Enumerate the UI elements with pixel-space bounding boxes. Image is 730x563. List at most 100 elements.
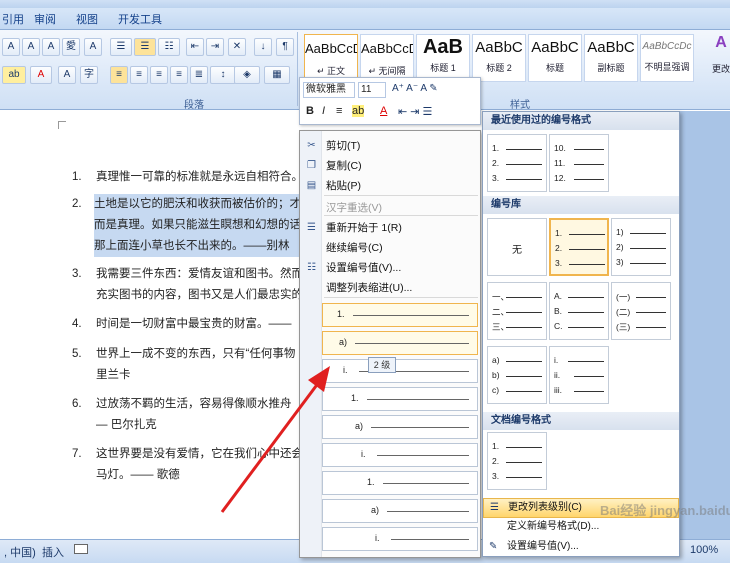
list-level-option[interactable]: a) [322, 499, 478, 523]
menu-item[interactable]: ▤ 粘贴(P) [300, 177, 480, 195]
numbering-format-option[interactable]: i. ii. iii. [549, 346, 609, 404]
level-label: a) [339, 337, 348, 347]
list-level-option[interactable]: a) [322, 331, 478, 355]
font-size-box[interactable]: 11 [358, 82, 386, 98]
pinyin-icon[interactable]: 愛 [62, 38, 80, 56]
list-level-option[interactable]: i. [322, 443, 478, 467]
italic-icon[interactable]: I [322, 105, 325, 117]
set-numbering-value-item[interactable]: ✎ 设置编号值(V)... [483, 538, 679, 558]
menu-item-label: 调整列表缩进(U)... [326, 282, 413, 294]
menu-item[interactable]: ☷ 设置编号值(V)... [300, 259, 480, 277]
zoom-level[interactable]: 100% [690, 544, 718, 556]
numbering-format-option[interactable]: 10. 11. 12. [549, 134, 609, 192]
tab-references[interactable]: 引用 [2, 11, 24, 27]
font-color-icon[interactable]: A [380, 105, 387, 117]
macro-record-icon[interactable] [74, 544, 88, 554]
red-arrow-annotation [220, 366, 330, 513]
multilevel-list-icon[interactable]: ☷ [158, 38, 180, 56]
numbering-format-option[interactable]: 1. 2. 3. [487, 134, 547, 192]
char-shading-icon[interactable]: A [58, 66, 76, 84]
sort-icon[interactable]: ↓ [254, 38, 272, 56]
list-number: 6. [72, 398, 82, 410]
style-tile[interactable]: AaBbCcD ↵ 无间隔 [360, 34, 414, 82]
borders-icon[interactable]: ▦ [264, 66, 290, 84]
menu-item-label: 复制(C) [326, 160, 362, 172]
style-tile[interactable]: AaBbC 副标题 [584, 34, 638, 82]
language-status[interactable]: , 中国) [4, 544, 36, 560]
center-icon[interactable]: ≡ [336, 105, 342, 117]
group-style-label: 样式 [510, 100, 530, 111]
menu-item[interactable]: 调整列表缩进(U)... [300, 279, 480, 297]
grow-font-icon[interactable]: A [22, 38, 40, 56]
define-new-format-item[interactable]: 定义新编号格式(D)... [483, 518, 679, 538]
center-icon[interactable]: ≡ [130, 66, 148, 84]
list-item[interactable]: 3. 我需要三件东西：爱情友谊和图书。然而 充实图书的内容，图书又是人们最忠实的 [72, 264, 302, 306]
style-tile[interactable]: AaBbC 标题 [528, 34, 582, 82]
numbering-format-option[interactable]: A. B. C. [549, 282, 609, 340]
numbering-format-option[interactable]: a) b) c) [487, 346, 547, 404]
list-item[interactable]: 4. 时间是一切财富中最宝贵的财富。—— [72, 314, 302, 335]
style-tile[interactable]: AaB 标题 1 [416, 34, 470, 82]
list-level-option[interactable]: a) [322, 415, 478, 439]
justify-icon[interactable]: ≡ [170, 66, 188, 84]
list-level-option[interactable]: 1. [322, 471, 478, 495]
change-styles-button[interactable]: A 更改 [712, 34, 730, 90]
align-icon[interactable]: A [2, 38, 20, 56]
list-level-option[interactable]: i. [322, 359, 478, 383]
tab-view[interactable]: 视图 [76, 11, 98, 27]
list-level-option[interactable]: 1. [322, 303, 478, 327]
format-line [574, 164, 604, 165]
align-right-icon[interactable]: ≡ [150, 66, 168, 84]
menu-item-label: 重新开始于 1(R) [326, 222, 402, 234]
numbering-library-panel: 最近使用过的编号格式 1. 2. 3. 10. 11. 12. 编号库 无 1. 2. 3. 1… [482, 111, 680, 557]
enclose-char-icon[interactable]: 字 [80, 66, 98, 84]
numbering-format-option[interactable]: (一) (二) (三) [611, 282, 671, 340]
numbering-format-option[interactable]: 1) 2) 3) [611, 218, 671, 276]
style-tile[interactable]: AaBbCcDc 不明显强调 [640, 34, 694, 82]
grow-font-icon[interactable]: A⁺ A⁻ A ✎ [392, 83, 438, 94]
format-line [630, 233, 666, 234]
font-name-box[interactable]: 微软雅黑 [303, 82, 355, 98]
menu-item[interactable]: ❐ 复制(C) [300, 157, 480, 175]
insert-mode-status[interactable]: 插入 [42, 544, 64, 560]
distributed-icon[interactable]: ≣ [190, 66, 208, 84]
list-item[interactable]: 1. 真理惟一可靠的标准就是永远自相符合。 [72, 167, 302, 188]
shrink-font-icon[interactable]: A [42, 38, 60, 56]
highlight-icon[interactable]: ab [352, 105, 365, 117]
align-left-icon[interactable]: ≡ [110, 66, 128, 84]
bullets-icon[interactable]: ☰ [110, 38, 132, 56]
increase-indent-icon[interactable]: ⇥ [206, 38, 224, 56]
char-border-icon[interactable]: A [84, 38, 102, 56]
line-spacing-icon[interactable]: ↕ [210, 66, 236, 84]
numbering-format-option[interactable]: 一、 二、 三、 [487, 282, 547, 340]
list-level-option[interactable]: 1. [322, 387, 478, 411]
numbering-icon[interactable]: ☰ [134, 38, 156, 56]
format-line [506, 447, 542, 448]
level-tooltip: 2 级 [368, 357, 396, 373]
level-line [387, 511, 469, 512]
numbering-format-option[interactable]: 1. 2. 3. [549, 218, 609, 276]
numbering-format-option[interactable]: 1. 2. 3. [487, 432, 547, 490]
menu-item[interactable]: ☰ 重新开始于 1(R) [300, 219, 480, 237]
style-tile[interactable]: AaBbCcD ↵ 正文 [304, 34, 358, 82]
style-tile[interactable]: AaBbC 标题 2 [472, 34, 526, 82]
format-label: iii. [554, 385, 563, 395]
list-item[interactable]: 2. 土地是以它的肥沃和收获而被估价的；才 而是真理。如果只能滋生瞑想和幻想的话 那上… [72, 194, 302, 257]
font-color-icon[interactable]: A [30, 66, 52, 84]
menu-item[interactable]: 继续编号(C) [300, 239, 480, 257]
numbering-none-option[interactable]: 无 [487, 218, 547, 276]
format-line [506, 361, 542, 362]
tab-developer[interactable]: 开发工具 [118, 11, 162, 27]
indent-icon[interactable]: ⇤ ⇥ ☰ [398, 105, 432, 118]
highlight-icon[interactable]: ab [2, 66, 26, 84]
show-marks-icon[interactable]: ¶ [276, 38, 294, 56]
menu-item-label: 剪切(T) [326, 140, 361, 152]
shading-icon[interactable]: ◈ [234, 66, 260, 84]
tab-review[interactable]: 审阅 [34, 11, 56, 27]
chinese-layout-icon[interactable]: ✕ [228, 38, 246, 56]
ribbon-tab-bar: 引用 审阅 视图 开发工具 [0, 8, 730, 30]
bold-icon[interactable]: B [306, 105, 314, 117]
list-level-option[interactable]: i. [322, 527, 478, 551]
decrease-indent-icon[interactable]: ⇤ [186, 38, 204, 56]
menu-item[interactable]: ✂ 剪切(T) [300, 137, 480, 155]
